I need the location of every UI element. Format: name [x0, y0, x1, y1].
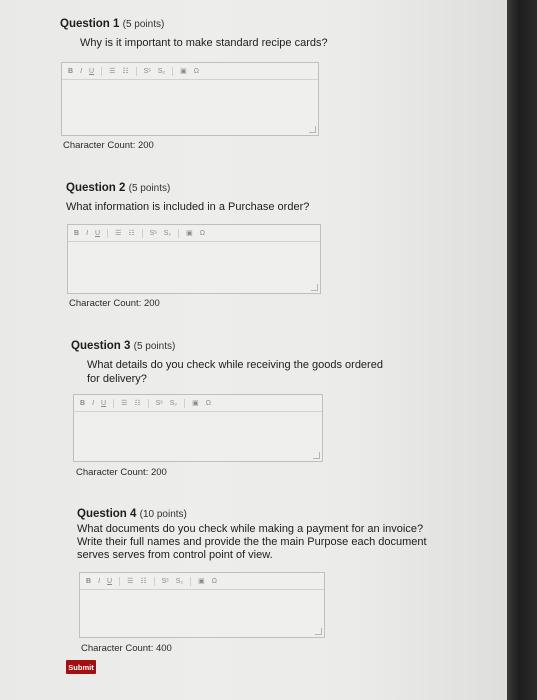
subscript-button[interactable]: S₂ — [176, 578, 183, 585]
numbered-list-icon[interactable]: ☷ — [134, 399, 140, 407]
answer-editor-4[interactable]: B I U ☰ ☷ Sˢ S₂ ▣ Ω — [79, 572, 325, 638]
image-icon[interactable]: ▣ — [192, 399, 199, 407]
underline-button[interactable]: U — [95, 230, 100, 237]
superscript-button[interactable]: Sˢ — [144, 68, 151, 75]
answer-editor-3[interactable]: B I U ☰ ☷ Sˢ S₂ ▣ Ω — [73, 394, 323, 462]
character-count-1: Character Count: 200 — [63, 140, 154, 151]
editor-toolbar: B I U ☰ ☷ Sˢ S₂ ▣ Ω — [62, 63, 318, 80]
image-icon[interactable]: ▣ — [186, 229, 193, 237]
toolbar-separator — [172, 66, 174, 76]
subscript-button[interactable]: S₂ — [164, 230, 171, 237]
special-char-icon[interactable]: Ω — [194, 68, 199, 75]
italic-button[interactable]: I — [80, 68, 82, 75]
bold-button[interactable]: B — [86, 578, 91, 585]
toolbar-separator — [119, 576, 121, 586]
toolbar-separator — [190, 576, 192, 586]
question-3: Question 3 (5 points) What details do yo… — [71, 340, 411, 386]
question-1-points: (5 points) — [122, 19, 165, 30]
bold-button[interactable]: B — [68, 68, 73, 75]
character-count-3: Character Count: 200 — [76, 467, 167, 478]
submit-button[interactable]: Submit — [66, 660, 96, 674]
question-4: Question 4 (10 points) What documents do… — [77, 508, 442, 562]
toolbar-separator — [147, 398, 149, 408]
resize-handle-icon[interactable] — [311, 284, 318, 291]
toolbar-separator — [141, 228, 143, 238]
subscript-button[interactable]: S₂ — [158, 68, 165, 75]
image-icon[interactable]: ▣ — [198, 577, 205, 585]
underline-button[interactable]: U — [101, 400, 106, 407]
special-char-icon[interactable]: Ω — [206, 400, 211, 407]
image-icon[interactable]: ▣ — [180, 67, 187, 75]
device-edge — [507, 0, 537, 700]
character-count-2: Character Count: 200 — [69, 298, 160, 309]
italic-button[interactable]: I — [98, 578, 100, 585]
question-3-heading: Question 3 (5 points) — [71, 340, 176, 352]
question-2: Question 2 (5 points) What information i… — [66, 182, 356, 214]
superscript-button[interactable]: Sˢ — [150, 230, 157, 237]
resize-handle-icon[interactable] — [309, 126, 316, 133]
question-4-text: What documents do you check while making… — [77, 523, 427, 561]
special-char-icon[interactable]: Ω — [200, 230, 205, 237]
numbered-list-icon[interactable]: ☷ — [140, 577, 146, 585]
editor-toolbar: B I U ☰ ☷ Sˢ S₂ ▣ Ω — [74, 395, 322, 412]
italic-button[interactable]: I — [86, 230, 88, 237]
bold-button[interactable]: B — [80, 400, 85, 407]
toolbar-separator — [184, 398, 186, 408]
list-icon[interactable]: ☰ — [115, 229, 121, 237]
question-2-points: (5 points) — [128, 183, 171, 194]
toolbar-separator — [153, 576, 155, 586]
question-1-text: Why is it important to make standard rec… — [80, 37, 328, 49]
underline-button[interactable]: U — [89, 68, 94, 75]
question-2-text: What information is included in a Purcha… — [66, 201, 310, 213]
answer-editor-2[interactable]: B I U ☰ ☷ Sˢ S₂ ▣ Ω — [67, 224, 321, 294]
resize-handle-icon[interactable] — [313, 452, 320, 459]
editor-toolbar: B I U ☰ ☷ Sˢ S₂ ▣ Ω — [68, 225, 320, 242]
superscript-button[interactable]: Sˢ — [162, 578, 169, 585]
resize-handle-icon[interactable] — [315, 628, 322, 635]
question-4-heading: Question 4 (10 points) — [77, 508, 187, 520]
question-1-heading: Question 1 (5 points) — [60, 18, 165, 30]
numbered-list-icon[interactable]: ☷ — [122, 67, 128, 75]
toolbar-separator — [178, 228, 180, 238]
numbered-list-icon[interactable]: ☷ — [128, 229, 134, 237]
italic-button[interactable]: I — [92, 400, 94, 407]
question-1: Question 1 (5 points) Why is it importan… — [60, 18, 340, 50]
toolbar-separator — [135, 66, 137, 76]
subscript-button[interactable]: S₂ — [170, 400, 177, 407]
special-char-icon[interactable]: Ω — [212, 578, 217, 585]
bold-button[interactable]: B — [74, 230, 79, 237]
toolbar-separator — [107, 228, 109, 238]
list-icon[interactable]: ☰ — [121, 399, 127, 407]
list-icon[interactable]: ☰ — [127, 577, 133, 585]
list-icon[interactable]: ☰ — [109, 67, 115, 75]
question-4-points: (10 points) — [139, 509, 187, 520]
character-count-4: Character Count: 400 — [81, 643, 172, 654]
question-3-points: (5 points) — [133, 341, 176, 352]
toolbar-separator — [101, 66, 103, 76]
answer-editor-1[interactable]: B I U ☰ ☷ Sˢ S₂ ▣ Ω — [61, 62, 319, 136]
underline-button[interactable]: U — [107, 578, 112, 585]
superscript-button[interactable]: Sˢ — [156, 400, 163, 407]
editor-toolbar: B I U ☰ ☷ Sˢ S₂ ▣ Ω — [80, 573, 324, 590]
question-2-heading: Question 2 (5 points) — [66, 182, 171, 194]
toolbar-separator — [113, 398, 115, 408]
question-3-text: What details do you check while receivin… — [87, 359, 383, 385]
